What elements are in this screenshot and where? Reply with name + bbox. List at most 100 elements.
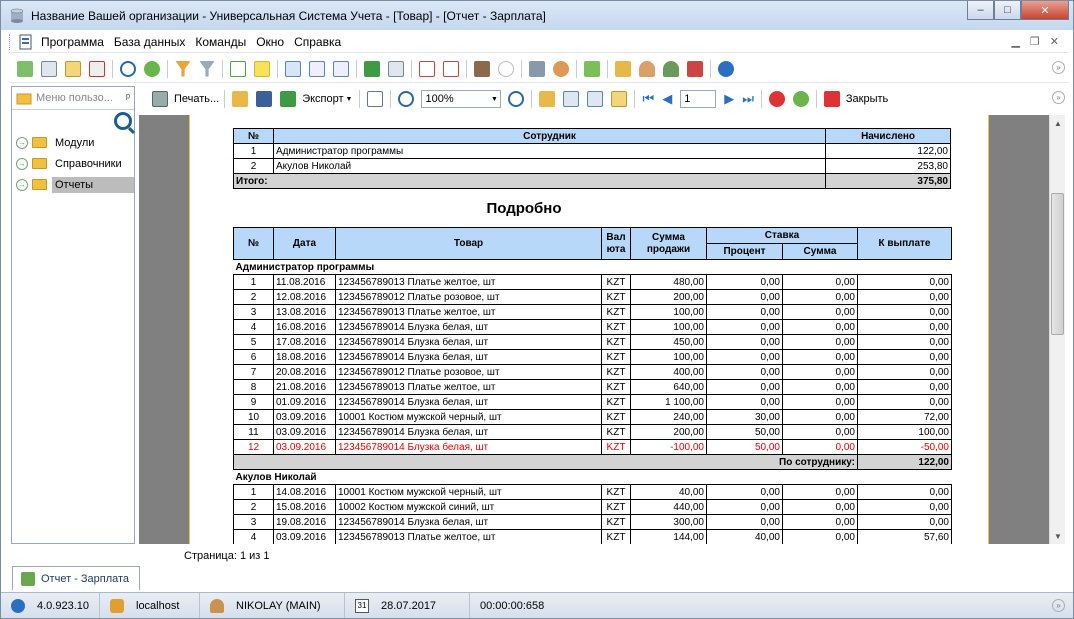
table-cell: KZT	[601, 484, 631, 500]
clear-filter-icon[interactable]	[199, 60, 215, 77]
collapse-icon[interactable]	[333, 60, 349, 77]
column-header: Сумма продажи	[630, 227, 707, 260]
tab-salary-report[interactable]: Отчет - Зарплата	[12, 566, 140, 590]
toolbar-overflow-icon[interactable]: »	[1052, 61, 1065, 74]
toolbar-separator	[760, 90, 762, 108]
new-icon[interactable]	[17, 60, 33, 77]
pin-icon[interactable]: ᵖ	[126, 92, 130, 104]
refresh-icon[interactable]	[792, 91, 809, 107]
mdi-restore-icon[interactable]: ❐	[1030, 35, 1040, 48]
scroll-up-icon[interactable]: ▲	[1050, 115, 1066, 131]
expand-icon[interactable]: →	[16, 157, 28, 170]
zoom-out-icon[interactable]	[508, 91, 525, 107]
lock-icon[interactable]	[615, 60, 631, 77]
minimize-button[interactable]: –	[967, 1, 994, 20]
toolbar-separator	[356, 59, 357, 78]
chevron-down-icon[interactable]: ▼	[488, 91, 500, 107]
mdi-close-icon[interactable]: ✕	[1050, 35, 1059, 48]
toolbar-separator	[277, 59, 278, 78]
copy-icon[interactable]	[41, 60, 57, 77]
info-icon[interactable]	[718, 60, 734, 77]
first-page-icon[interactable]: ⏮	[642, 91, 654, 107]
refresh-icon[interactable]	[144, 60, 160, 77]
expand-icon[interactable]: →	[16, 136, 28, 149]
group-icon[interactable]	[285, 60, 301, 77]
last-page-icon[interactable]: ⏭	[742, 91, 754, 107]
table-cell: KZT	[601, 514, 631, 530]
delete-icon[interactable]	[89, 60, 105, 77]
exit-icon[interactable]	[474, 60, 490, 77]
close-icon[interactable]	[823, 91, 840, 107]
maximize-button[interactable]: □	[994, 1, 1021, 20]
table-cell: 480,00	[630, 274, 707, 290]
status-server: localhost	[100, 593, 200, 618]
mdi-minimize-icon[interactable]: ▁	[1011, 35, 1019, 48]
menu-window[interactable]: Окно	[251, 35, 289, 49]
export-icon[interactable]	[280, 91, 297, 107]
table-cell: 3	[233, 304, 274, 320]
palette-icon[interactable]	[553, 60, 569, 77]
vertical-scrollbar[interactable]: ▲ ▼	[1049, 115, 1065, 544]
print-button[interactable]: Печать...	[174, 93, 219, 105]
page-info: Страница: 1 из 1	[184, 550, 270, 562]
toolbar-overflow-icon[interactable]: »	[1052, 91, 1065, 104]
sidebar-item-modules[interactable]: → Модули	[12, 132, 134, 153]
scroll-thumb[interactable]	[1051, 193, 1064, 335]
close-window-icon[interactable]	[443, 60, 459, 77]
table-cell: 11.08.2016	[273, 274, 336, 290]
printer-icon[interactable]	[152, 91, 168, 107]
table-cell: 123456789014 Блузка белая, шт	[335, 394, 602, 410]
server-text: localhost	[136, 599, 180, 612]
page-setup-icon[interactable]	[563, 91, 580, 107]
zoom-select[interactable]: 100% ▼	[421, 90, 502, 108]
sidebar-item-reports[interactable]: → Отчеты	[12, 174, 134, 195]
stop-icon[interactable]	[768, 91, 785, 107]
sidebar-item-directories[interactable]: → Справочники	[12, 153, 134, 174]
preview-icon[interactable]	[367, 91, 384, 107]
menu-program[interactable]: Программа	[36, 35, 109, 49]
edit-icon[interactable]	[65, 60, 81, 77]
filter-icon[interactable]	[175, 60, 191, 77]
zoom-in-icon[interactable]	[398, 91, 415, 107]
search-icon[interactable]	[120, 60, 136, 77]
menu-database[interactable]: База данных	[109, 35, 190, 49]
new-window-icon[interactable]	[419, 60, 435, 77]
menu-help[interactable]: Справка	[289, 35, 346, 49]
export-grid-icon[interactable]	[388, 60, 404, 77]
previous-page-icon[interactable]: ◀	[662, 91, 672, 107]
expand-icon[interactable]	[309, 60, 325, 77]
users-icon[interactable]	[663, 60, 679, 77]
close-window-button[interactable]: ✕	[1021, 1, 1069, 20]
table-cell: 9	[233, 394, 274, 410]
table-row: 2 Акулов Николай 253,80	[233, 158, 951, 174]
next-page-icon[interactable]: ▶	[724, 91, 734, 107]
search-icon[interactable]	[114, 112, 132, 130]
note-icon[interactable]	[254, 60, 270, 77]
user-icon[interactable]	[639, 60, 655, 77]
excel-icon[interactable]	[364, 60, 380, 77]
open-folder-icon[interactable]	[232, 91, 249, 107]
window-controls: – □ ✕	[967, 1, 1069, 20]
menu-commands[interactable]: Команды	[190, 35, 251, 49]
add-row-icon[interactable]	[230, 60, 246, 77]
export-button[interactable]: Экспорт	[302, 93, 343, 105]
table-cell: 123456789012 Платье розовое, шт	[335, 364, 602, 380]
table-row: 1 14.08.2016 10001 Костюм мужской черный, …	[233, 484, 952, 500]
close-report-button[interactable]: Закрыть	[846, 93, 888, 105]
expand-icon[interactable]: →	[16, 178, 28, 191]
table-cell: KZT	[601, 289, 631, 305]
tree-icon[interactable]	[539, 91, 556, 107]
subtotal-value: 122,00	[857, 454, 952, 470]
plugin-icon[interactable]	[687, 60, 703, 77]
table-cell: 01.09.2016	[273, 394, 336, 410]
status-overflow-icon[interactable]: »	[1052, 599, 1065, 612]
edit-report-icon[interactable]	[611, 91, 628, 107]
page-number-input[interactable]: 1	[680, 90, 717, 108]
chevron-down-icon[interactable]: ▼	[346, 96, 353, 103]
user-menu-placeholder[interactable]: Меню пользо...	[36, 92, 113, 104]
tools-icon[interactable]	[529, 60, 545, 77]
scroll-down-icon[interactable]: ▼	[1050, 528, 1066, 544]
save-icon[interactable]	[256, 91, 273, 107]
layout-icon[interactable]	[587, 91, 604, 107]
check-icon[interactable]	[584, 60, 600, 77]
